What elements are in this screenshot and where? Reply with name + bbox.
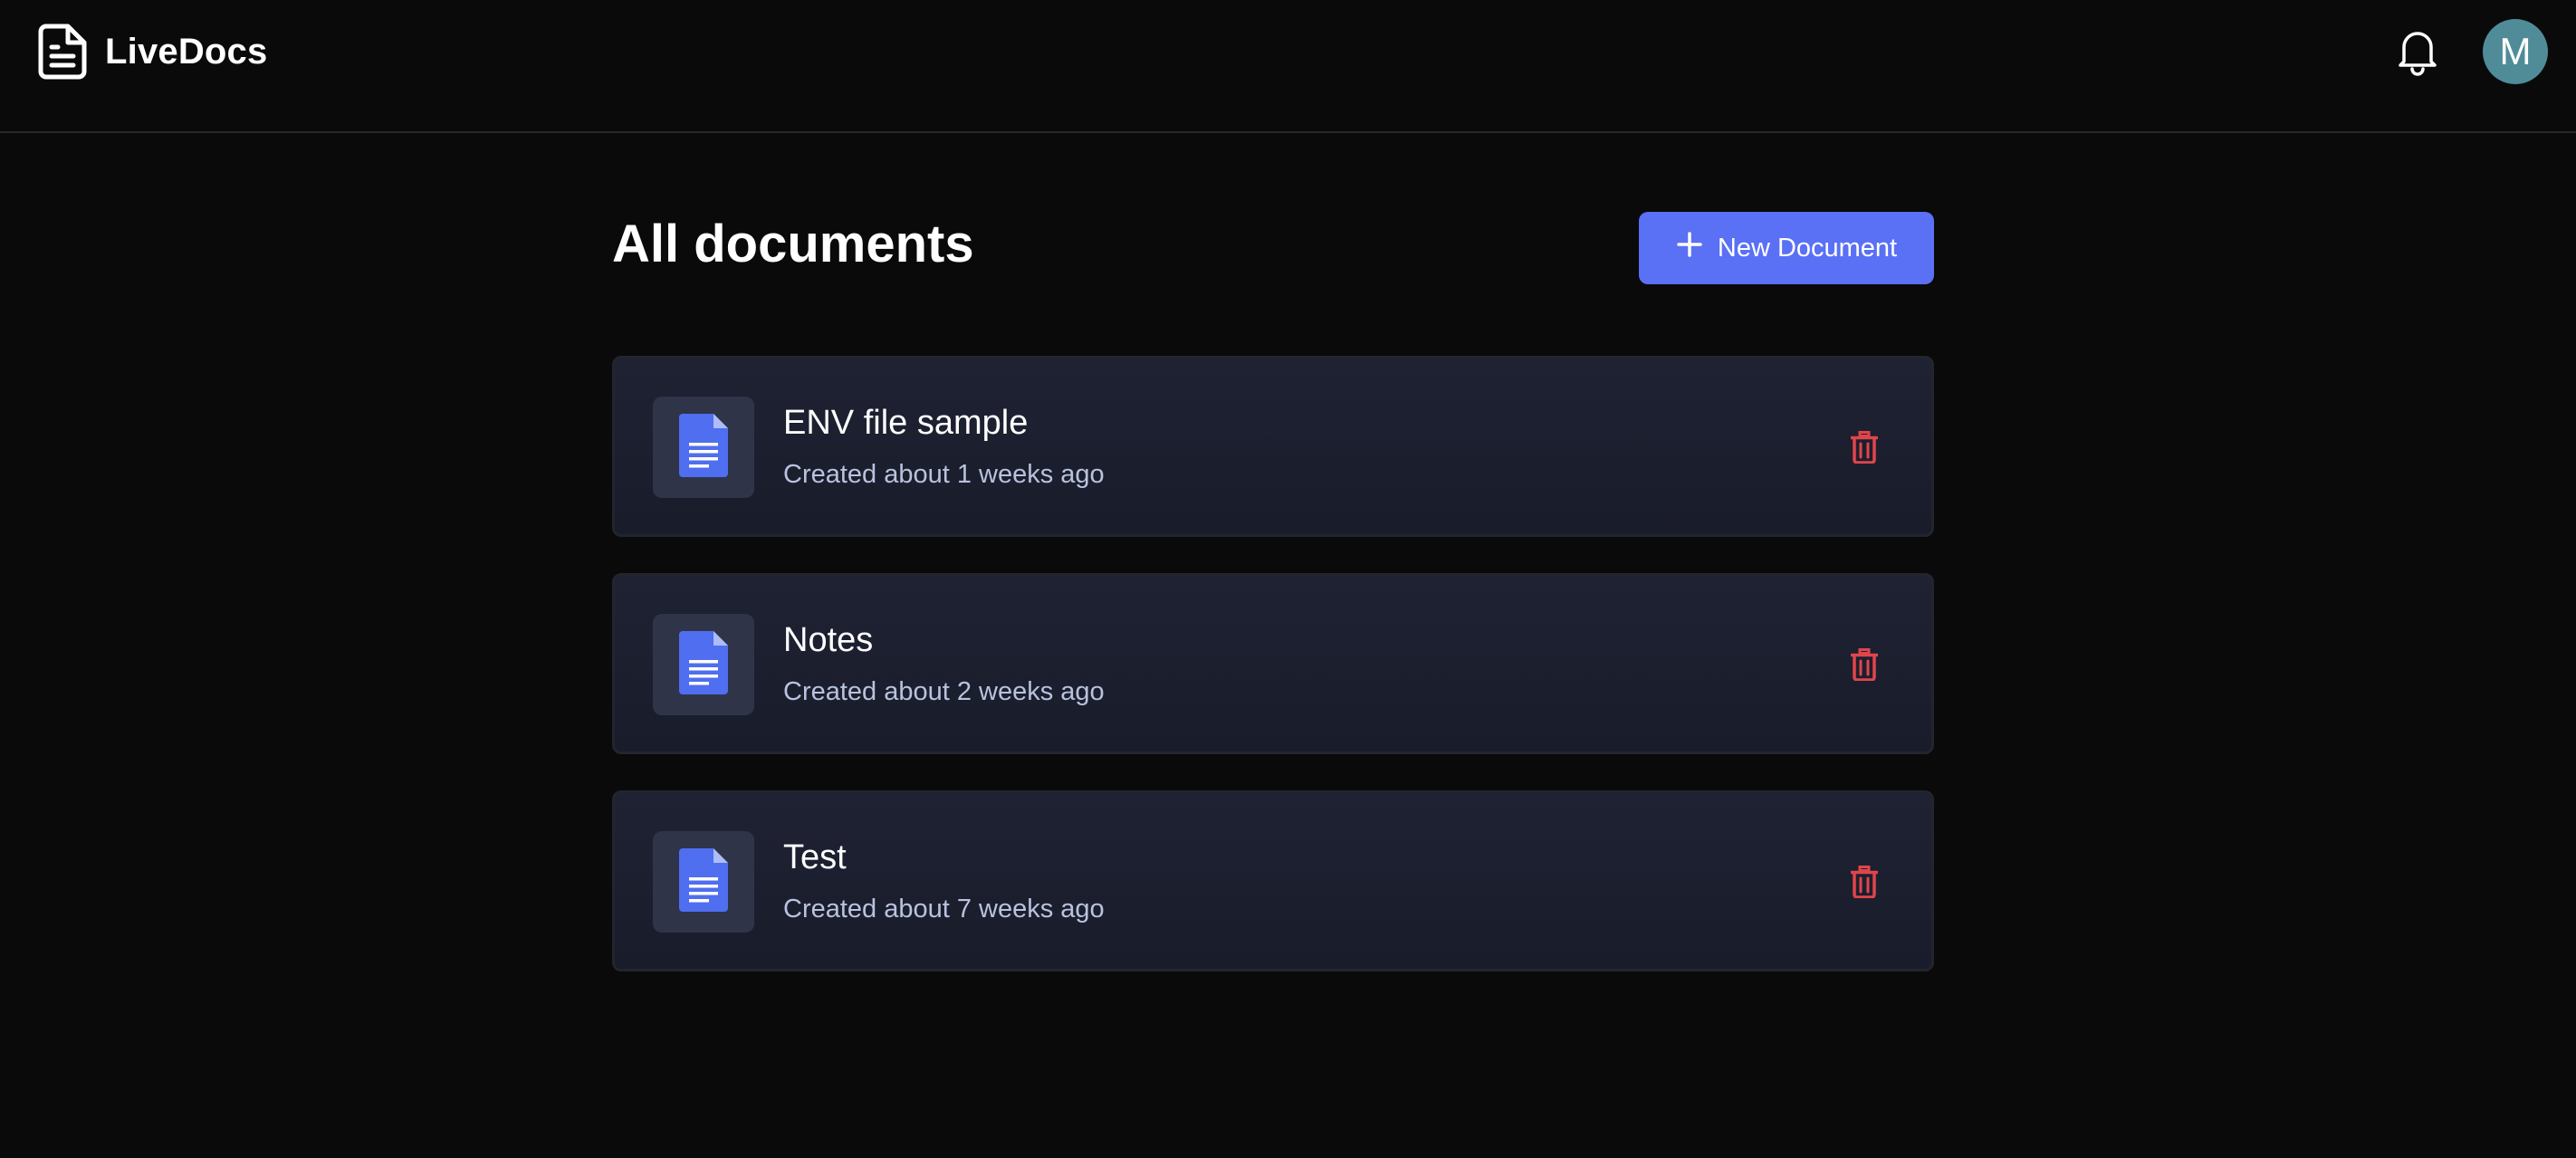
trash-icon: [1850, 865, 1879, 903]
document-created-date: Created about 7 weeks ago: [783, 895, 1105, 924]
document-created-date: Created about 1 weeks ago: [783, 460, 1105, 489]
document-title[interactable]: Notes: [783, 621, 873, 660]
document-title[interactable]: ENV file sample: [783, 404, 1028, 443]
document-title[interactable]: Test: [783, 838, 847, 877]
document-thumbnail: [653, 831, 754, 933]
brand[interactable]: LiveDocs: [38, 23, 267, 81]
document-thumbnail: [653, 614, 754, 715]
document-card[interactable]: ENV file sample Created about 1 weeks ag…: [612, 356, 1934, 537]
document-icon: [38, 24, 87, 80]
document-card[interactable]: Test Created about 7 weeks ago: [612, 790, 1934, 971]
trash-icon: [1850, 647, 1879, 685]
document-card[interactable]: Notes Created about 2 weeks ago: [612, 573, 1934, 754]
google-doc-icon: [679, 630, 728, 699]
notifications-button[interactable]: [2395, 27, 2440, 76]
delete-document-button[interactable]: [1844, 429, 1884, 469]
avatar[interactable]: M: [2483, 19, 2548, 84]
document-created-date: Created about 2 weeks ago: [783, 677, 1105, 706]
document-list: ENV file sample Created about 1 weeks ag…: [612, 356, 1934, 1008]
bell-icon: [2395, 32, 2440, 80]
app-name: LiveDocs: [105, 31, 268, 72]
delete-document-button[interactable]: [1844, 864, 1884, 904]
plus-icon: [1676, 231, 1703, 265]
google-doc-icon: [679, 847, 728, 916]
delete-document-button[interactable]: [1844, 646, 1884, 686]
new-document-button[interactable]: New Document: [1639, 212, 1934, 284]
page-title: All documents: [612, 215, 974, 273]
new-document-label: New Document: [1717, 233, 1898, 263]
google-doc-icon: [679, 413, 728, 482]
trash-icon: [1850, 430, 1879, 468]
top-bar: LiveDocs M: [0, 0, 2576, 133]
document-thumbnail: [653, 397, 754, 498]
